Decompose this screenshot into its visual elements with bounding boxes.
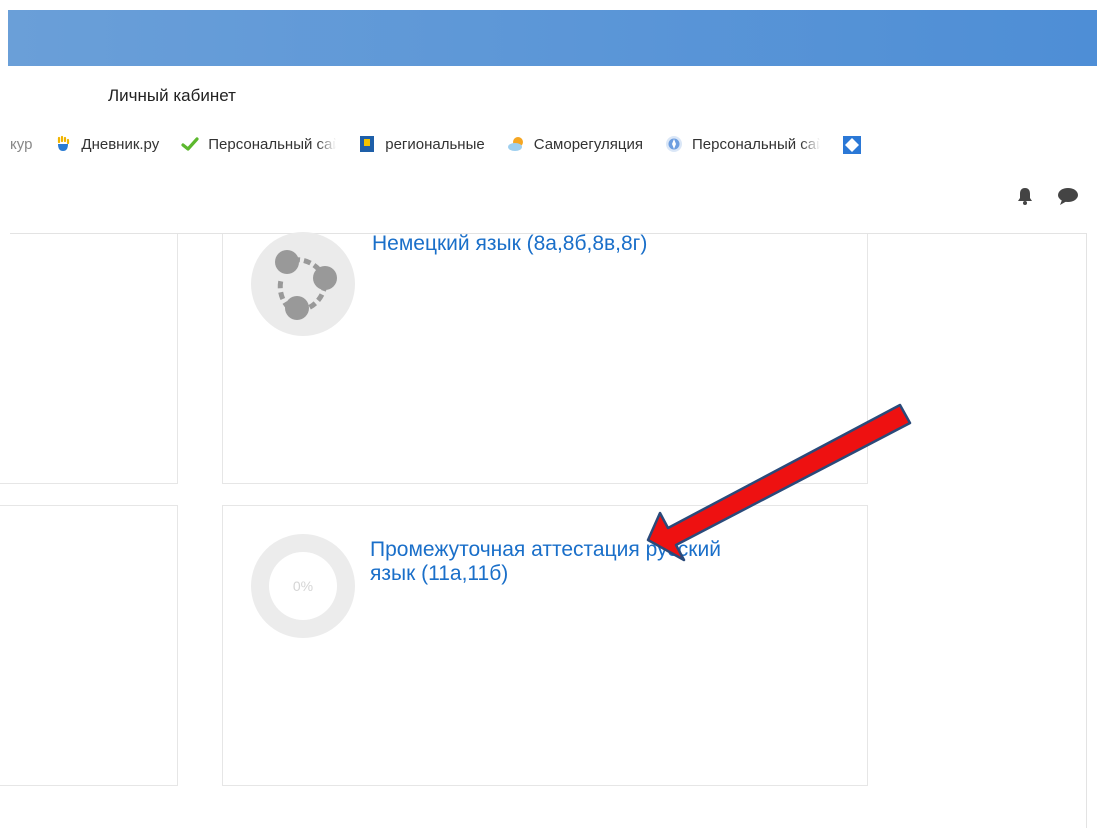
- annotation-arrow: [646, 403, 912, 562]
